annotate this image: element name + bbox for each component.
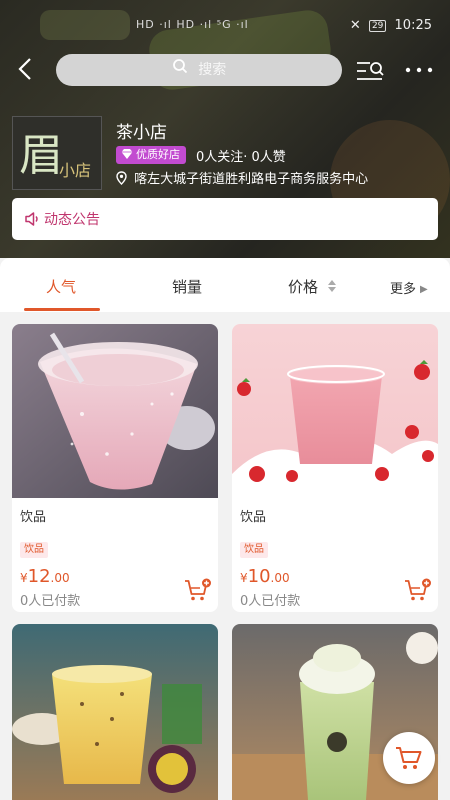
menu-search-icon[interactable] bbox=[356, 60, 384, 82]
price-integer: 12 bbox=[27, 566, 51, 587]
status-bar: HD ·ıl HD ·ıl ⁵G ·ıl ✕ 29 10:25 bbox=[0, 18, 450, 36]
triangle-right-icon: ▶ bbox=[420, 284, 428, 295]
product-card[interactable]: 饮品 饮品 ¥12.00 0人已付款 bbox=[12, 324, 218, 612]
product-sold-count: 0人已付款 bbox=[20, 594, 81, 609]
shop-name: 茶小店 bbox=[116, 123, 167, 143]
shop-info: 眉 小店 茶小店 优质好店 0人关注· 0人赞 喀左大城子街道胜利路电子商务服务… bbox=[12, 116, 442, 192]
shop-stats: 0人关注· 0人赞 bbox=[196, 150, 286, 165]
product-name: 饮品 bbox=[240, 510, 267, 525]
shop-address[interactable]: 喀左大城子街道胜利路电子商务服务中心 bbox=[116, 168, 368, 189]
product-price: ¥12.00 bbox=[20, 566, 70, 587]
floating-cart-button[interactable] bbox=[383, 732, 435, 784]
product-sold-count: 0人已付款 bbox=[240, 594, 301, 609]
tab-more-label: 更多 bbox=[390, 282, 417, 297]
shop-logo[interactable]: 眉 小店 bbox=[12, 116, 102, 190]
sort-tabs: 人气 销量 价格 更多 ▶ bbox=[0, 258, 450, 312]
product-image[interactable] bbox=[12, 324, 218, 498]
announcement-label: 动态公告 bbox=[44, 212, 100, 228]
search-icon bbox=[172, 54, 188, 86]
price-decimal: .00 bbox=[270, 571, 290, 585]
top-nav: 搜索 bbox=[0, 54, 450, 88]
active-tab-indicator bbox=[24, 308, 100, 311]
mute-icon: ✕ bbox=[349, 18, 361, 33]
add-cart-icon[interactable] bbox=[404, 578, 432, 602]
tab-more[interactable]: 更多 ▶ bbox=[390, 278, 428, 297]
location-pin-icon bbox=[116, 171, 127, 189]
product-card[interactable] bbox=[12, 624, 218, 800]
clock: 10:25 bbox=[394, 18, 432, 33]
product-name: 饮品 bbox=[20, 510, 47, 525]
back-icon[interactable] bbox=[16, 56, 40, 86]
search-input[interactable]: 搜索 bbox=[56, 54, 342, 86]
product-tag: 饮品 bbox=[240, 542, 268, 558]
battery-icon: 29 bbox=[368, 20, 387, 32]
product-image[interactable] bbox=[12, 624, 218, 800]
search-placeholder: 搜索 bbox=[198, 62, 227, 78]
shop-header: HD ·ıl HD ·ıl ⁵G ·ıl ✕ 29 10:25 搜索 眉 小店 … bbox=[0, 0, 450, 258]
tab-price-label: 价格 bbox=[288, 278, 319, 296]
tab-sales[interactable]: 销量 bbox=[172, 276, 202, 297]
price-currency: ¥ bbox=[20, 571, 28, 585]
status-right: ✕ 29 10:25 bbox=[350, 18, 432, 33]
quality-badge: 优质好店 bbox=[116, 146, 186, 164]
product-image[interactable] bbox=[232, 324, 438, 498]
logo-text: 小店 bbox=[59, 161, 92, 180]
badge-label: 优质好店 bbox=[136, 148, 180, 161]
signal-indicators: HD ·ıl HD ·ıl ⁵G ·ıl bbox=[136, 18, 249, 31]
price-integer: 10 bbox=[247, 566, 271, 587]
tab-popularity[interactable]: 人气 bbox=[46, 276, 76, 297]
address-text: 喀左大城子街道胜利路电子商务服务中心 bbox=[134, 172, 369, 187]
product-card[interactable]: 饮品 饮品 ¥10.00 0人已付款 bbox=[232, 324, 438, 612]
product-price: ¥10.00 bbox=[240, 566, 290, 587]
cart-icon bbox=[396, 747, 422, 769]
logo-mark: 眉 bbox=[19, 130, 63, 181]
tab-price[interactable]: 价格 bbox=[288, 276, 337, 297]
more-icon[interactable] bbox=[404, 56, 434, 92]
diamond-icon bbox=[121, 148, 133, 166]
sort-arrows-icon bbox=[327, 279, 337, 297]
speaker-icon bbox=[24, 211, 40, 231]
price-decimal: .00 bbox=[50, 571, 70, 585]
add-cart-icon[interactable] bbox=[184, 578, 212, 602]
product-tag: 饮品 bbox=[20, 542, 48, 558]
announcement-bar[interactable]: 动态公告 bbox=[12, 198, 438, 240]
price-currency: ¥ bbox=[240, 571, 248, 585]
